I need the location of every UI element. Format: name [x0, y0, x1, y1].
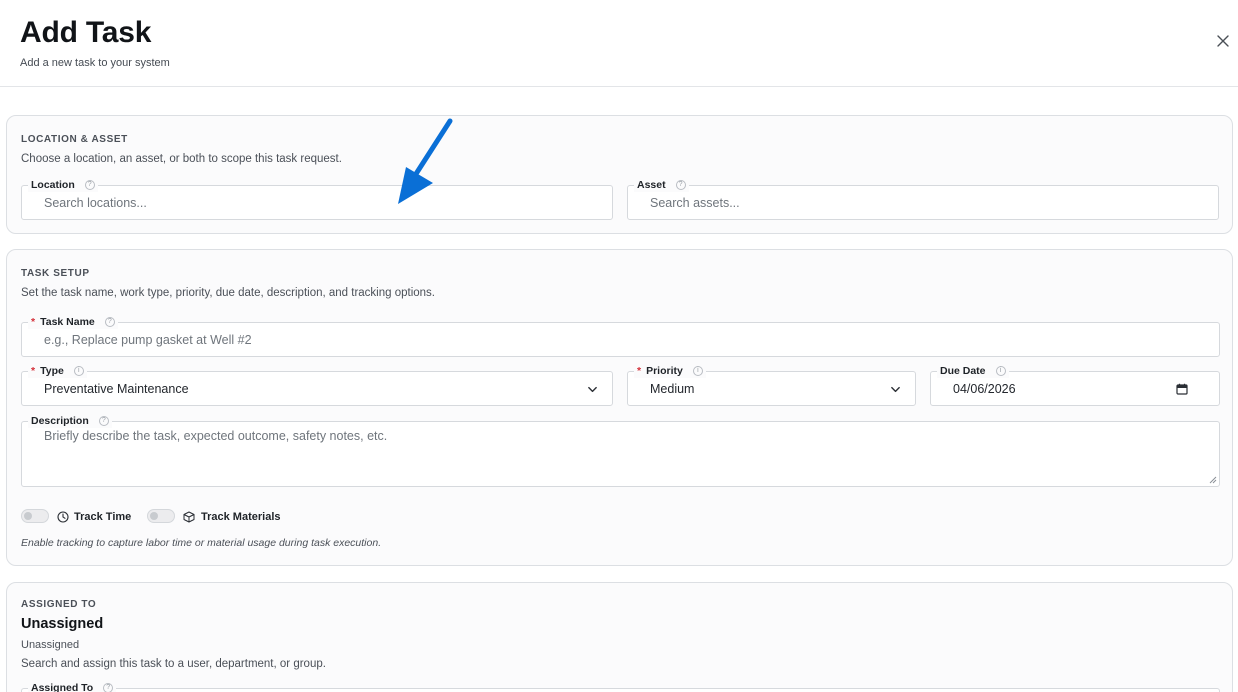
section-description: Search and assign this task to a user, d…: [21, 658, 326, 670]
assigned-to-section: ASSIGNED TO Unassigned Unassigned Search…: [6, 582, 1233, 692]
description-textarea[interactable]: Description ? Briefly describe the task,…: [21, 414, 1220, 487]
task-setup-section: TASK SETUP Set the task name, work type,…: [6, 249, 1233, 566]
type-select[interactable]: * Type i Preventative Maintenance: [21, 364, 613, 406]
modal-header: Add Task Add a new task to your system: [0, 0, 1238, 87]
chevron-down-icon: [588, 386, 597, 393]
help-circle-icon[interactable]: ?: [675, 180, 686, 190]
clock-icon: [57, 511, 69, 523]
due-date-input[interactable]: Due Date i 04/06/2026: [930, 364, 1220, 406]
track-materials-toggle[interactable]: [147, 509, 175, 523]
section-heading: TASK SETUP: [21, 268, 90, 279]
location-placeholder: Search locations...: [44, 196, 147, 210]
section-description: Set the task name, work type, priority, …: [21, 287, 436, 299]
calendar-icon[interactable]: [1176, 383, 1188, 395]
task-name-placeholder: e.g., Replace pump gasket at Well #2: [44, 333, 252, 347]
resize-handle-icon[interactable]: [1209, 476, 1217, 484]
track-materials-label: Track Materials: [201, 511, 281, 523]
task-name-label: * Task Name ?: [28, 315, 118, 329]
page-subtitle: Add a new task to your system: [20, 57, 170, 69]
priority-value: Medium: [650, 382, 695, 396]
track-time-toggle[interactable]: [21, 509, 49, 523]
help-circle-icon[interactable]: ?: [84, 180, 95, 190]
assigned-to-input[interactable]: Assigned To ?: [21, 681, 1220, 692]
help-circle-icon[interactable]: ?: [98, 416, 109, 426]
current-assignee: Unassigned: [21, 616, 104, 632]
track-time-label: Track Time: [74, 511, 132, 523]
tracking-note: Enable tracking to capture labor time or…: [21, 537, 382, 549]
help-circle-icon[interactable]: i: [73, 366, 84, 376]
section-heading: LOCATION & ASSET: [21, 134, 128, 145]
due-date-value: 04/06/2026: [953, 382, 1016, 396]
priority-select[interactable]: * Priority i Medium: [627, 364, 916, 406]
type-label: * Type i: [28, 364, 87, 378]
location-search-input[interactable]: Location ? Search locations...: [21, 178, 613, 220]
page-title: Add Task: [20, 16, 152, 49]
chevron-down-icon: [891, 386, 900, 393]
help-circle-icon[interactable]: ?: [104, 317, 115, 327]
task-name-input[interactable]: * Task Name ? e.g., Replace pump gasket …: [21, 315, 1220, 357]
current-assignee-sub: Unassigned: [21, 639, 80, 651]
location-asset-section: LOCATION & ASSET Choose a location, an a…: [6, 115, 1233, 234]
asset-search-input[interactable]: Asset ? Search assets...: [627, 178, 1219, 220]
priority-label: * Priority i: [634, 364, 706, 378]
location-label: Location ?: [28, 178, 98, 192]
asset-placeholder: Search assets...: [650, 196, 740, 210]
type-value: Preventative Maintenance: [44, 382, 189, 396]
help-circle-icon[interactable]: i: [692, 366, 703, 376]
close-icon[interactable]: [1215, 33, 1231, 49]
section-description: Choose a location, an asset, or both to …: [21, 153, 342, 165]
box-icon: [183, 511, 195, 523]
description-label: Description ?: [28, 414, 112, 428]
asset-label: Asset ?: [634, 178, 689, 192]
help-circle-icon[interactable]: ?: [103, 683, 114, 692]
assigned-to-label: Assigned To ?: [28, 681, 117, 692]
section-heading: ASSIGNED TO: [21, 599, 97, 610]
due-date-label: Due Date i: [937, 364, 1009, 378]
description-placeholder: Briefly describe the task, expected outc…: [44, 429, 388, 443]
help-circle-icon[interactable]: i: [995, 366, 1006, 376]
